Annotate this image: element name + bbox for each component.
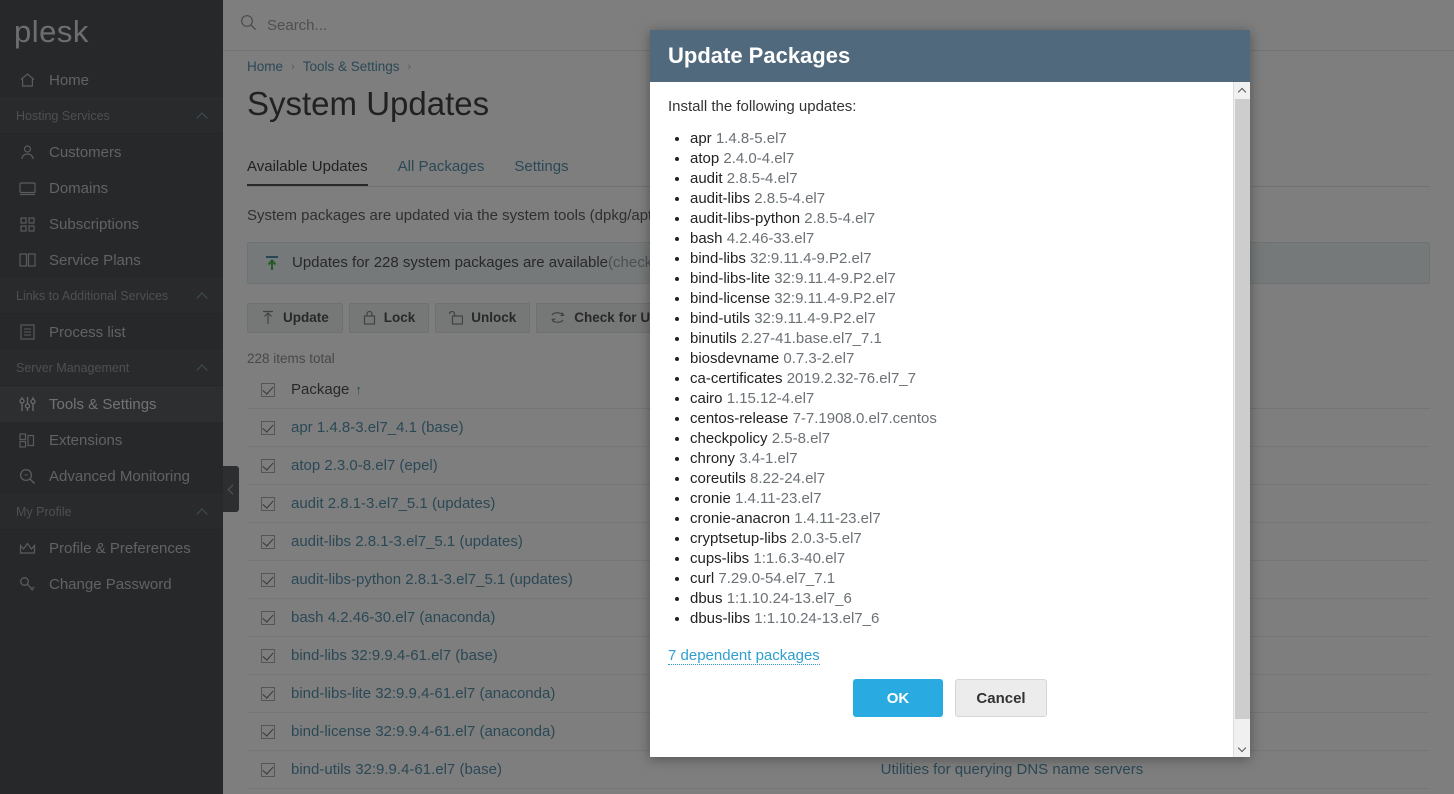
package-version: 1:1.10.24-13.el7_6 xyxy=(726,590,852,607)
package-version: 1:1.10.24-13.el7_6 xyxy=(754,610,880,627)
package-version: 3.4-1.el7 xyxy=(739,450,798,467)
chevron-up-icon xyxy=(1237,87,1247,96)
package-name: bind-libs-lite xyxy=(690,270,771,287)
package-name: binutils xyxy=(690,330,737,347)
dialog-intro-text: Install the following updates: xyxy=(668,98,857,115)
list-item: bind-libs-lite 32:9.11.4-9.P2.el7 xyxy=(690,269,1232,289)
package-name: centos-release xyxy=(690,410,789,427)
list-item: audit-libs-python 2.8.5-4.el7 xyxy=(690,209,1232,229)
dialog-title: Update Packages xyxy=(668,43,851,68)
scrollbar-up-button[interactable] xyxy=(1233,82,1250,99)
ok-button[interactable]: OK xyxy=(853,679,943,717)
list-item: audit-libs 2.8.5-4.el7 xyxy=(690,189,1232,209)
package-version: 1:1.6.3-40.el7 xyxy=(753,550,846,567)
package-version: 2.4.0-4.el7 xyxy=(723,150,795,167)
package-name: bind-utils xyxy=(690,310,751,327)
list-item: bind-libs 32:9.11.4-9.P2.el7 xyxy=(690,249,1232,269)
package-version: 32:9.11.4-9.P2.el7 xyxy=(774,270,896,287)
package-name: cryptsetup-libs xyxy=(690,530,787,547)
package-version: 2.8.5-4.el7 xyxy=(726,170,798,187)
package-name: atop xyxy=(690,150,720,167)
package-version: 2.8.5-4.el7 xyxy=(804,210,876,227)
list-item: checkpolicy 2.5-8.el7 xyxy=(690,429,1232,449)
list-item: biosdevname 0.7.3-2.el7 xyxy=(690,349,1232,369)
package-name: apr xyxy=(690,130,712,147)
dialog-body: Install the following updates: apr 1.4.8… xyxy=(650,82,1250,757)
dialog-scrollbar[interactable] xyxy=(1233,82,1250,757)
list-item: atop 2.4.0-4.el7 xyxy=(690,149,1232,169)
package-name: audit xyxy=(690,170,723,187)
package-name: cairo xyxy=(690,390,723,407)
package-name: ca-certificates xyxy=(690,370,783,387)
list-item: bind-license 32:9.11.4-9.P2.el7 xyxy=(690,289,1232,309)
package-version: 2019.2.32-76.el7_7 xyxy=(786,370,916,387)
list-item: ca-certificates 2019.2.32-76.el7_7 xyxy=(690,369,1232,389)
package-version: 1.4.8-5.el7 xyxy=(715,130,787,147)
package-name: chrony xyxy=(690,450,736,467)
package-version: 1.4.11-23.el7 xyxy=(794,510,881,527)
package-version: 1.15.12-4.el7 xyxy=(726,390,815,407)
package-version: 2.5-8.el7 xyxy=(771,430,831,447)
package-name: audit-libs-python xyxy=(690,210,801,227)
package-name: curl xyxy=(690,570,715,587)
list-item: dbus 1:1.10.24-13.el7_6 xyxy=(690,589,1232,609)
list-item: cairo 1.15.12-4.el7 xyxy=(690,389,1232,409)
package-version: 32:9.11.4-9.P2.el7 xyxy=(750,250,872,267)
package-name: bash xyxy=(690,230,723,247)
dialog-header: Update Packages xyxy=(650,30,1250,82)
package-name: bind-libs xyxy=(690,250,746,267)
scrollbar-track[interactable] xyxy=(1233,99,1250,740)
package-name: cronie xyxy=(690,490,731,507)
list-item: cryptsetup-libs 2.0.3-5.el7 xyxy=(690,529,1232,549)
list-item: binutils 2.27-41.base.el7_7.1 xyxy=(690,329,1232,349)
list-item: dbus-libs 1:1.10.24-13.el7_6 xyxy=(690,609,1232,629)
package-version: 7.29.0-54.el7_7.1 xyxy=(718,570,836,587)
package-version: 32:9.11.4-9.P2.el7 xyxy=(754,310,876,327)
list-item: coreutils 8.22-24.el7 xyxy=(690,469,1232,489)
list-item: cronie 1.4.11-23.el7 xyxy=(690,489,1232,509)
chevron-down-icon xyxy=(1237,743,1247,752)
package-name: cronie-anacron xyxy=(690,510,791,527)
dependent-packages-link[interactable]: 7 dependent packages xyxy=(668,647,820,665)
dialog-button-row: OK Cancel xyxy=(668,665,1232,737)
package-name: bind-license xyxy=(690,290,771,307)
dialog-package-list: apr 1.4.8-5.el7 atop 2.4.0-4.el7 audit 2… xyxy=(672,129,1232,629)
list-item: cups-libs 1:1.6.3-40.el7 xyxy=(690,549,1232,569)
list-item: apr 1.4.8-5.el7 xyxy=(690,129,1232,149)
list-item: cronie-anacron 1.4.11-23.el7 xyxy=(690,509,1232,529)
list-item: bash 4.2.46-33.el7 xyxy=(690,229,1232,249)
scrollbar-down-button[interactable] xyxy=(1233,740,1250,757)
cancel-button[interactable]: Cancel xyxy=(955,679,1047,717)
package-version: 8.22-24.el7 xyxy=(750,470,826,487)
package-name: audit-libs xyxy=(690,190,751,207)
package-version: 7-7.1908.0.el7.centos xyxy=(792,410,937,427)
package-name: cups-libs xyxy=(690,550,750,567)
list-item: curl 7.29.0-54.el7_7.1 xyxy=(690,569,1232,589)
package-version: 4.2.46-33.el7 xyxy=(726,230,815,247)
package-version: 1.4.11-23.el7 xyxy=(735,490,822,507)
package-version: 0.7.3-2.el7 xyxy=(783,350,855,367)
package-name: biosdevname xyxy=(690,350,780,367)
package-name: coreutils xyxy=(690,470,746,487)
package-version: 32:9.11.4-9.P2.el7 xyxy=(774,290,896,307)
scrollbar-thumb[interactable] xyxy=(1234,99,1250,719)
package-version: 2.8.5-4.el7 xyxy=(754,190,826,207)
update-packages-dialog: Update Packages Install the following up… xyxy=(650,30,1250,757)
list-item: bind-utils 32:9.11.4-9.P2.el7 xyxy=(690,309,1232,329)
package-name: checkpolicy xyxy=(690,430,768,447)
plesk-app-window: plesk Home Hosting Services Customers Do… xyxy=(0,0,1454,794)
dialog-body-wrapper: Install the following updates: apr 1.4.8… xyxy=(650,82,1250,757)
list-item: centos-release 7-7.1908.0.el7.centos xyxy=(690,409,1232,429)
package-name: dbus xyxy=(690,590,723,607)
package-version: 2.0.3-5.el7 xyxy=(790,530,862,547)
list-item: chrony 3.4-1.el7 xyxy=(690,449,1232,469)
list-item: audit 2.8.5-4.el7 xyxy=(690,169,1232,189)
package-version: 2.27-41.base.el7_7.1 xyxy=(740,330,882,347)
package-name: dbus-libs xyxy=(690,610,751,627)
